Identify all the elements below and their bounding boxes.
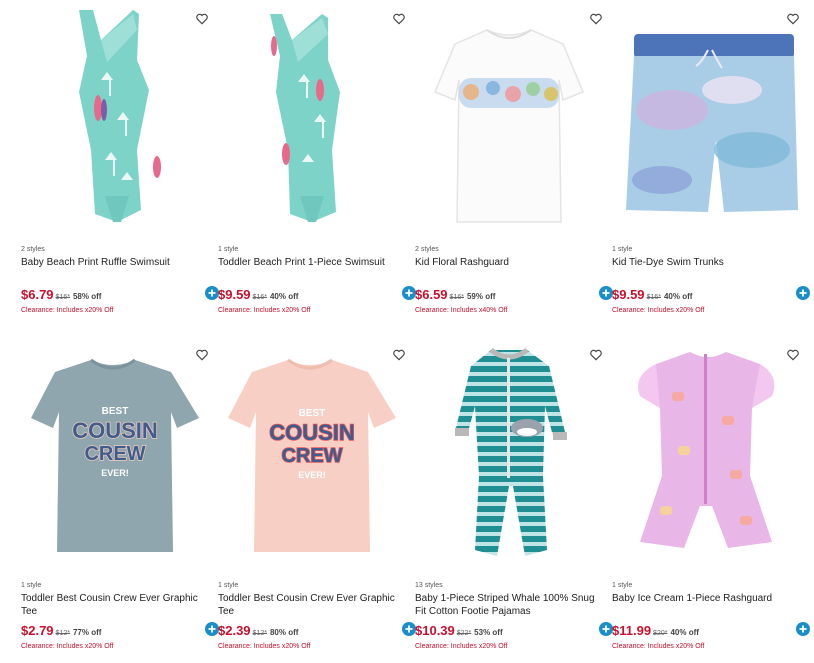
- add-to-bag-plus-icon[interactable]: [205, 286, 219, 300]
- product-card[interactable]: 2 styles Baby Beach Print Ruffle Swimsui…: [21, 0, 219, 330]
- sale-price: $11.99: [612, 623, 652, 638]
- sale-price: $6.59: [415, 287, 448, 302]
- product-card[interactable]: BEST COUSIN CREW EVER! 1 style Toddler B…: [21, 336, 219, 663]
- original-price: $20*: [653, 630, 668, 637]
- original-price: $12*: [252, 630, 267, 637]
- favorite-heart-icon[interactable]: [392, 348, 406, 362]
- product-image[interactable]: BEST COUSIN CREW EVER!: [218, 336, 406, 566]
- original-price: $16*: [252, 294, 267, 301]
- add-to-bag-plus-icon[interactable]: [599, 622, 613, 636]
- product-card[interactable]: 13 styles Baby 1-Piece Striped Whale 100…: [415, 336, 613, 663]
- clearance-promo: Clearance: Includes x20% Off: [415, 643, 508, 650]
- product-image[interactable]: [218, 0, 406, 230]
- product-name[interactable]: Baby 1-Piece Striped Whale 100% Snug Fit…: [415, 592, 600, 618]
- style-count: 1 style: [612, 246, 633, 253]
- product-name[interactable]: Kid Tie-Dye Swim Trunks: [612, 256, 797, 269]
- add-to-bag-plus-icon[interactable]: [402, 286, 416, 300]
- product-image[interactable]: [612, 0, 800, 230]
- clearance-promo: Clearance: Includes x20% Off: [612, 307, 705, 314]
- sale-price: $10.39: [415, 623, 455, 638]
- discount-percent: 59% off: [466, 292, 496, 301]
- style-count: 2 styles: [415, 246, 439, 253]
- product-name[interactable]: Toddler Best Cousin Crew Ever Graphic Te…: [218, 592, 403, 618]
- sale-price: $2.79: [21, 623, 54, 638]
- price-line: $2.79 $12* 77% off: [21, 623, 101, 638]
- clearance-promo: Clearance: Includes x20% Off: [612, 643, 705, 650]
- add-to-bag-plus-icon[interactable]: [599, 286, 613, 300]
- original-price: $12*: [55, 630, 70, 637]
- price-line: $6.59 $16* 59% off: [415, 287, 495, 302]
- product-image[interactable]: [612, 336, 800, 566]
- tee-line-cousin: COUSIN: [72, 418, 158, 443]
- add-to-bag-plus-icon[interactable]: [205, 622, 219, 636]
- product-card[interactable]: 1 style Kid Tie-Dye Swim Trunks $9.59 $16…: [612, 0, 810, 330]
- product-grid: 2 styles Baby Beach Print Ruffle Swimsui…: [0, 0, 814, 663]
- style-count: 1 style: [612, 582, 633, 589]
- discount-percent: 40% off: [670, 628, 699, 637]
- discount-percent: 40% off: [663, 292, 693, 301]
- original-price: $16*: [55, 294, 70, 301]
- product-card[interactable]: 1 style Baby Ice Cream 1-Piece Rashguard…: [612, 336, 810, 663]
- favorite-heart-icon[interactable]: [392, 12, 406, 26]
- style-count: 2 styles: [21, 246, 45, 253]
- discount-percent: 80% off: [269, 628, 299, 637]
- favorite-heart-icon[interactable]: [589, 12, 603, 26]
- price-line: $10.39 $22* 53% off: [415, 623, 503, 638]
- product-card[interactable]: 1 style Toddler Beach Print 1-Piece Swim…: [218, 0, 416, 330]
- clearance-promo: Clearance: Includes x20% Off: [21, 643, 114, 650]
- price-line: $2.39 $12* 80% off: [218, 623, 298, 638]
- product-name[interactable]: Baby Ice Cream 1-Piece Rashguard: [612, 592, 797, 605]
- add-to-bag-plus-icon[interactable]: [796, 622, 810, 636]
- product-name[interactable]: Toddler Beach Print 1-Piece Swimsuit: [218, 256, 403, 269]
- product-name[interactable]: Baby Beach Print Ruffle Swimsuit: [21, 256, 206, 269]
- product-image[interactable]: BEST COUSIN CREW EVER!: [21, 336, 209, 566]
- style-count: 13 styles: [415, 582, 443, 589]
- price-line: $9.59 $16* 40% off: [218, 287, 298, 302]
- discount-percent: 58% off: [72, 292, 102, 301]
- add-to-bag-plus-icon[interactable]: [796, 286, 810, 300]
- original-price: $22*: [456, 630, 472, 637]
- clearance-promo: Clearance: Includes x20% Off: [218, 643, 311, 650]
- product-image[interactable]: [21, 0, 209, 230]
- sale-price: $9.59: [218, 287, 251, 302]
- product-image[interactable]: [415, 336, 603, 566]
- tee-line-ever: EVER!: [298, 470, 326, 480]
- price-line: $9.59 $16* 40% off: [612, 287, 692, 302]
- product-name[interactable]: Toddler Best Cousin Crew Ever Graphic Te…: [21, 592, 206, 618]
- add-to-bag-plus-icon[interactable]: [402, 622, 416, 636]
- product-card[interactable]: 2 styles Kid Floral Rashguard $6.59 $16* 5…: [415, 0, 613, 330]
- tee-line-ever: EVER!: [101, 468, 129, 478]
- style-count: 1 style: [218, 582, 239, 589]
- tee-line-best: BEST: [299, 408, 326, 419]
- clearance-promo: Clearance: Includes x40% Off: [415, 307, 508, 314]
- discount-percent: 77% off: [72, 628, 102, 637]
- style-count: 1 style: [21, 582, 42, 589]
- favorite-heart-icon[interactable]: [195, 348, 209, 362]
- original-price: $16*: [449, 294, 464, 301]
- clearance-promo: Clearance: Includes x20% Off: [21, 307, 114, 314]
- price-line: $11.99 $20* 40% off: [612, 623, 699, 638]
- sale-price: $6.79: [21, 287, 54, 302]
- price-line: $6.79 $16* 58% off: [21, 287, 101, 302]
- tee-line-cousin: COUSIN: [269, 420, 355, 445]
- tee-line-crew: CREW: [84, 443, 145, 465]
- style-count: 1 style: [218, 246, 239, 253]
- sale-price: $2.39: [218, 623, 251, 638]
- tee-line-crew: CREW: [281, 445, 342, 467]
- sale-price: $9.59: [612, 287, 645, 302]
- favorite-heart-icon[interactable]: [786, 12, 800, 26]
- favorite-heart-icon[interactable]: [195, 12, 209, 26]
- original-price: $16*: [646, 294, 661, 301]
- product-name[interactable]: Kid Floral Rashguard: [415, 256, 600, 269]
- clearance-promo: Clearance: Includes x20% Off: [218, 307, 311, 314]
- product-card[interactable]: BEST COUSIN CREW EVER! 1 style Toddler B…: [218, 336, 416, 663]
- discount-percent: 40% off: [269, 292, 299, 301]
- discount-percent: 53% off: [474, 628, 503, 637]
- favorite-heart-icon[interactable]: [786, 348, 800, 362]
- favorite-heart-icon[interactable]: [589, 348, 603, 362]
- product-image[interactable]: [415, 0, 603, 230]
- tee-line-best: BEST: [102, 406, 129, 417]
